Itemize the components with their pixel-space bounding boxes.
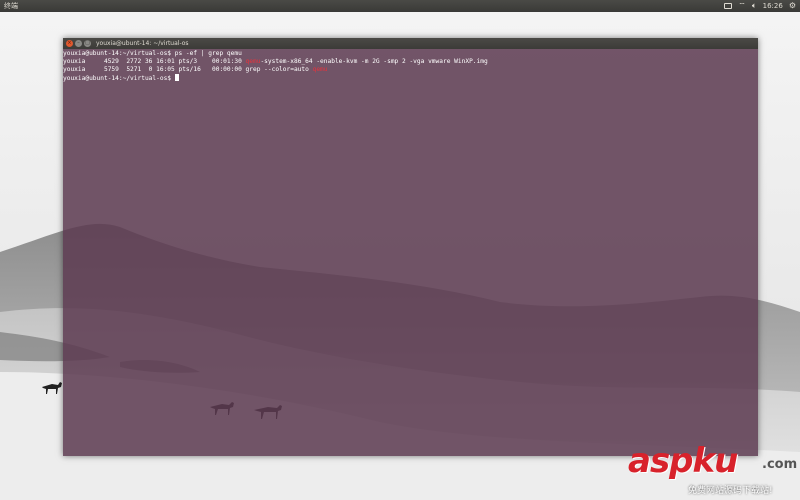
close-icon[interactable]: × — [66, 40, 73, 47]
terminal-line: youxia@ubunt-14:~/virtual-os$ ps -ef | g… — [63, 50, 242, 57]
wifi-icon[interactable]: ⌔ — [738, 0, 746, 12]
watermark-tld: .com — [762, 457, 798, 472]
grep-match: qemu — [245, 58, 261, 65]
watermark-logo: aspku — [628, 441, 738, 481]
terminal-window[interactable]: × – □ youxia@ubunt-14: ~/virtual-os youx… — [63, 38, 758, 456]
maximize-icon[interactable]: □ — [84, 40, 91, 47]
volume-icon[interactable]: 🔈︎ — [752, 0, 757, 12]
top-panel: 终端 ⌔ 🔈︎ 16:26 ⚙︎ — [0, 0, 800, 12]
terminal-prompt-line[interactable]: youxia@ubunt-14:~/virtual-os$ — [63, 74, 758, 82]
terminal-titlebar[interactable]: × – □ youxia@ubunt-14: ~/virtual-os — [63, 38, 758, 49]
text-cursor — [174, 74, 179, 81]
site-watermark: aspku .com 免费网站源码下载站! — [628, 441, 798, 499]
terminal-title: youxia@ubunt-14: ~/virtual-os — [96, 40, 189, 47]
system-tray: ⌔ 🔈︎ 16:26 ⚙︎ — [724, 0, 796, 12]
clock[interactable]: 16:26 — [763, 0, 783, 12]
minimize-icon[interactable]: – — [75, 40, 82, 47]
keyboard-icon[interactable] — [724, 3, 733, 9]
terminal-line: youxia 4529 2772 36 16:01 pts/3 00:01:30… — [63, 58, 488, 65]
power-icon[interactable]: ⚙︎ — [789, 0, 796, 12]
watermark-subtitle: 免费网站源码下载站! — [688, 486, 773, 496]
active-app-title: 终端 — [4, 2, 18, 10]
terminal-output[interactable]: youxia@ubunt-14:~/virtual-os$ ps -ef | g… — [63, 50, 758, 456]
terminal-line: youxia 5759 5271 0 16:05 pts/16 00:00:00… — [63, 66, 328, 73]
grep-match: qemu — [312, 66, 328, 73]
